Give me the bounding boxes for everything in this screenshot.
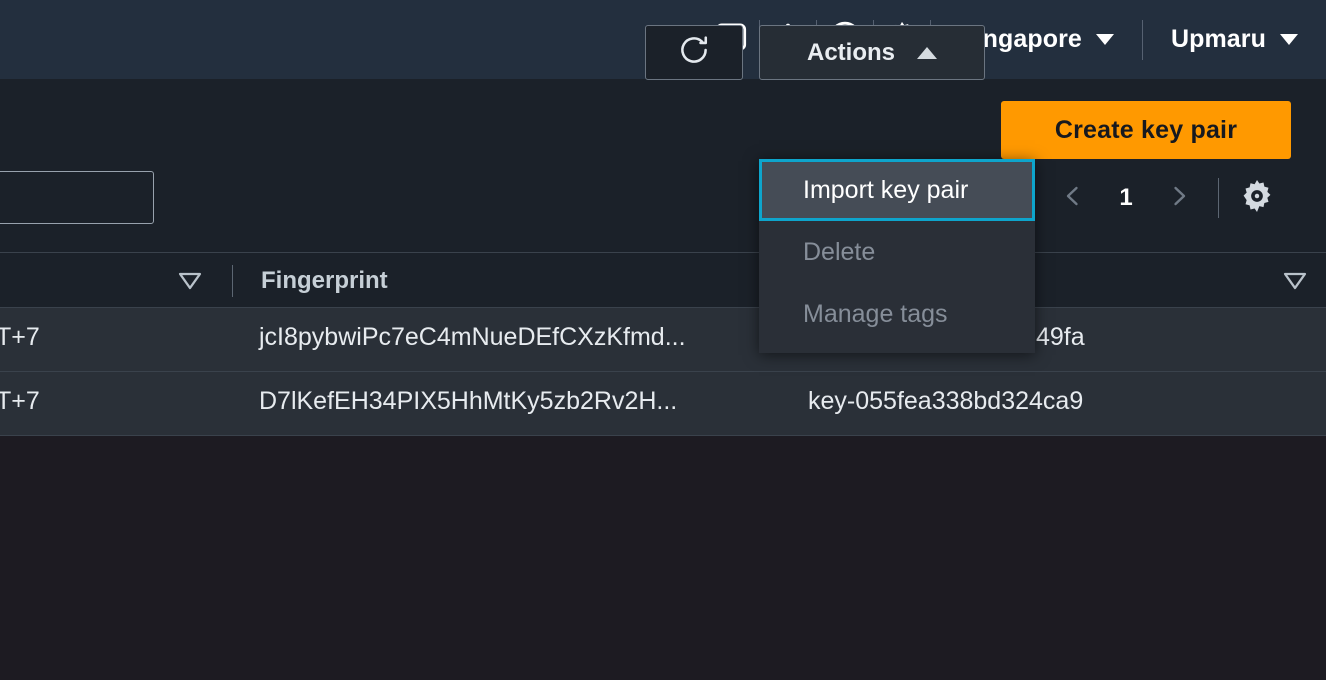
column-header-fingerprint[interactable]: Fingerprint [261, 267, 388, 295]
cell-timezone: T+7 [0, 323, 40, 351]
sort-descending-icon[interactable] [1281, 269, 1309, 298]
table-row[interactable]: T+7 D7lKefEH34PIX5HhMtKy5zb2Rv2H... key-… [0, 372, 1326, 436]
caret-up-icon [917, 46, 937, 59]
pagination-next-button[interactable] [1152, 172, 1206, 224]
create-key-pair-label: Create key pair [1054, 115, 1238, 144]
cell-fingerprint: D7lKefEH34PIX5HhMtKy5zb2Rv2H... [259, 387, 678, 415]
pagination-divider [1218, 178, 1219, 218]
search-input[interactable] [0, 171, 154, 224]
cell-key-id: key-055fea338bd324ca9 [808, 387, 1084, 415]
cell-fingerprint: jcI8pybwiPc7eC4mNueDEfCXzKfmd... [259, 323, 686, 351]
actions-dropdown-menu: Import key pair Delete Manage tags [759, 159, 1035, 353]
menu-item-label: Manage tags [803, 299, 948, 328]
pagination-page-1[interactable]: 1 [1100, 184, 1152, 212]
actions-label: Actions [806, 38, 895, 66]
page-empty-area [0, 437, 1326, 680]
table-row[interactable]: T+7 jcI8pybwiPc7eC4mNueDEfCXzKfmd... key… [0, 308, 1326, 372]
table-header-row: Fingerprint [0, 252, 1326, 308]
chevron-right-icon [1166, 181, 1192, 216]
chevron-down-icon [1280, 34, 1298, 45]
refresh-button[interactable] [645, 25, 743, 80]
account-label: Upmaru [1170, 25, 1266, 53]
menu-item-label: Delete [803, 237, 876, 266]
create-key-pair-button[interactable]: Create key pair [1001, 101, 1291, 159]
menu-item-import-key-pair[interactable]: Import key pair [759, 159, 1035, 221]
pagination-previous-button[interactable] [1046, 172, 1100, 224]
refresh-icon [677, 33, 711, 72]
menu-item-label: Import key pair [803, 175, 969, 204]
actions-dropdown-button[interactable]: Actions [759, 25, 985, 80]
account-menu[interactable]: Upmaru [1143, 0, 1326, 79]
sort-descending-icon[interactable] [176, 269, 204, 298]
cell-timezone: T+7 [0, 387, 40, 415]
chevron-down-icon [1095, 34, 1114, 45]
key-pairs-table: Fingerprint T+7 jcI8pybwiPc7eC4mNueDEfCX… [0, 252, 1326, 436]
chevron-left-icon [1060, 181, 1086, 216]
gear-icon [1238, 177, 1276, 220]
menu-item-manage-tags: Manage tags [759, 283, 1035, 345]
pagination: 1 [1046, 172, 1281, 224]
table-preferences-button[interactable] [1233, 174, 1281, 222]
menu-item-delete: Delete [759, 221, 1035, 283]
header-column-separator [232, 265, 233, 297]
aws-ec2-key-pairs-screen: Singapore Upmaru Actions Create key pair [0, 0, 1326, 680]
